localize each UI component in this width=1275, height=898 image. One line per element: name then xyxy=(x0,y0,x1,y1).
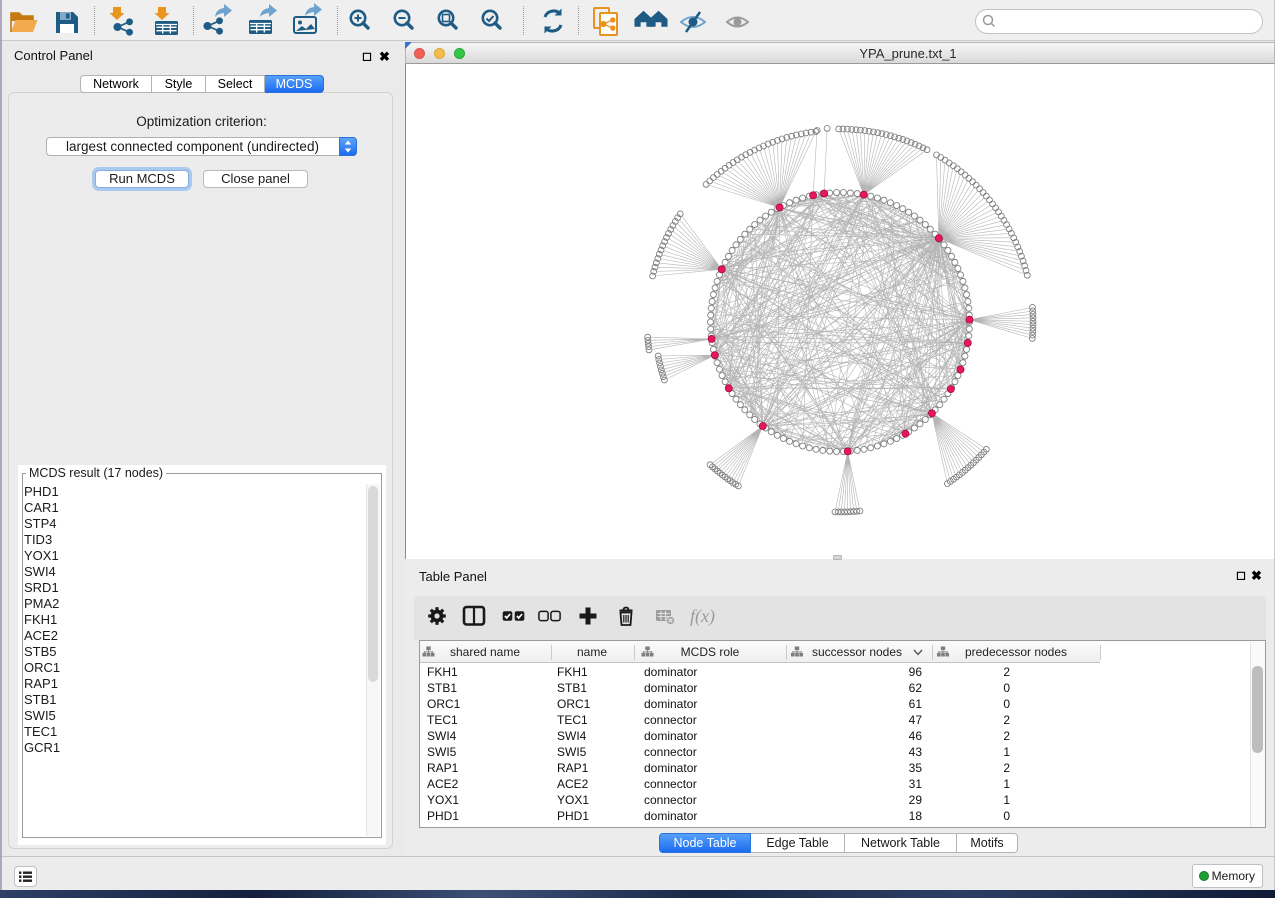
svg-text:f(x): f(x) xyxy=(690,606,715,627)
